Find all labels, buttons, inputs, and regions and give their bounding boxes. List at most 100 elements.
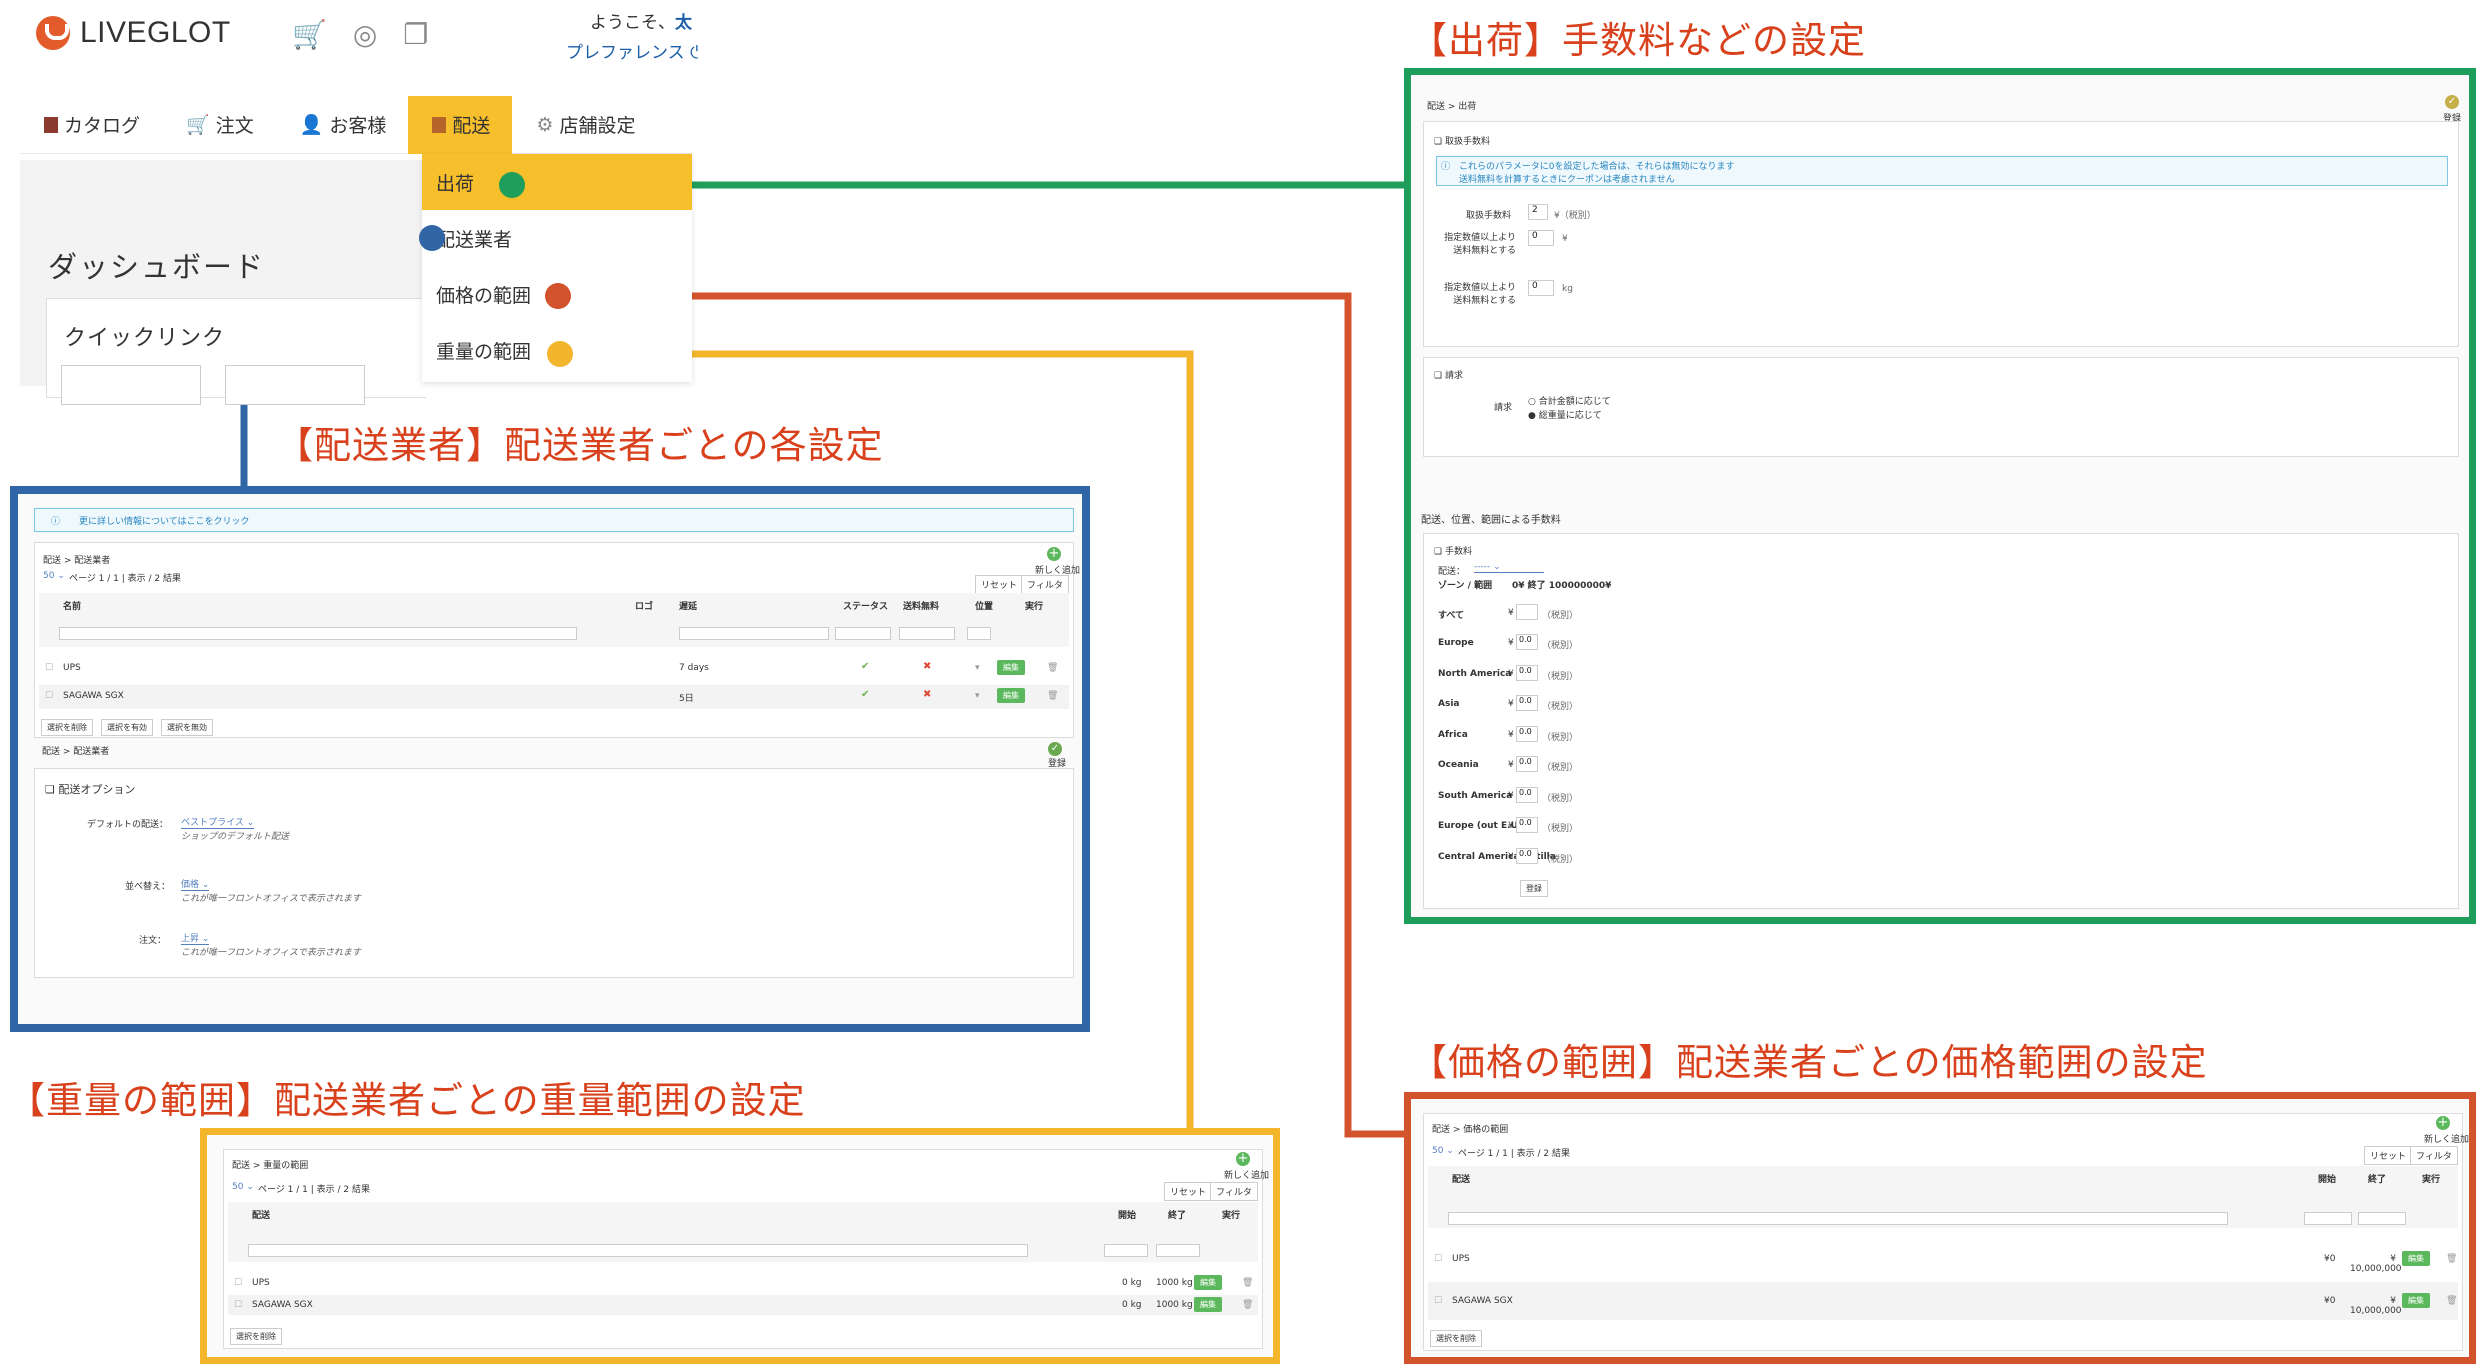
filter-start-input[interactable] (1104, 1244, 1148, 1257)
col-end[interactable]: 終了 (2368, 1172, 2386, 1185)
bulk-disable-button[interactable]: 選択を無効 (161, 719, 213, 736)
col-start[interactable]: 開始 (1118, 1208, 1136, 1221)
carriers-info-box[interactable]: ⓘ 更に詳しい情報についてはここをクリック (34, 508, 1074, 532)
zone-fee-input[interactable]: 0.0 (1516, 725, 1538, 742)
reset-button[interactable]: リセット (1164, 1182, 1213, 1201)
range-carrier: UPS (1452, 1254, 1470, 1264)
pagination-select[interactable]: 50 ⌄ (232, 1182, 254, 1192)
sort-select[interactable]: 価格 ⌄ (181, 877, 210, 891)
bulk-delete-button[interactable]: 選択を削除 (1430, 1330, 1482, 1347)
breadcrumb: 配送 > 価格の範囲 (1432, 1125, 1509, 1135)
zone-fee-input[interactable]: 0.0 (1516, 695, 1538, 711)
delete-icon[interactable]: 🗑 (2446, 1296, 2457, 1306)
reset-button[interactable]: リセット (2364, 1146, 2413, 1165)
zone-fee-input[interactable]: 0.0 (1516, 664, 1538, 681)
order-select[interactable]: 上昇 ⌄ (181, 931, 210, 945)
filter-carrier-input[interactable] (1448, 1212, 2228, 1225)
filter-start-input[interactable] (2304, 1212, 2352, 1225)
filter-name-input[interactable] (59, 627, 577, 640)
shipping-options-panel: ❏ 配送オプション デフォルトの配送： ベストプライス ⌄ ショップのデフォルト… (34, 768, 1074, 978)
row-checkbox[interactable]: ☐ (45, 663, 53, 673)
bulk-delete-button[interactable]: 選択を削除 (41, 719, 93, 736)
zone-fee-input[interactable]: 0.0 (1516, 634, 1538, 650)
position-handle[interactable]: ▾ (975, 691, 980, 701)
delete-icon[interactable]: 🗑 (1242, 1278, 1253, 1288)
billing-option-weight[interactable]: ● 総重量に応じて (1528, 408, 1602, 421)
edit-button[interactable]: 編集 (997, 688, 1025, 703)
price-frame: 配送 > 価格の範囲 + 新しく追加 50 ⌄ ページ 1 / 1 | 表示 /… (1404, 1092, 2476, 1364)
free-shipping-x-icon[interactable]: ✖ (923, 661, 931, 672)
order-label: 注文： (139, 936, 167, 946)
add-new-button[interactable]: 新しく追加 (1224, 1168, 1269, 1181)
delete-icon[interactable]: 🗑 (1047, 663, 1058, 673)
range-carrier: SAGAWA SGX (252, 1300, 313, 1310)
free-shipping-price-input[interactable]: 0 (1528, 230, 1554, 246)
carrier-select[interactable]: ----- ⌄ (1474, 562, 1544, 573)
currency-symbol: ¥ (1508, 729, 1514, 740)
filter-button[interactable]: フィルタ (2410, 1146, 2458, 1165)
save-icon[interactable]: ✓ (1048, 742, 1062, 756)
carrier-select-label: 配送： (1438, 567, 1466, 577)
filter-button[interactable]: フィルタ (1021, 575, 1069, 594)
row-checkbox[interactable]: ☐ (1434, 1296, 1442, 1306)
zone-fee-input[interactable]: 0.0 (1516, 756, 1538, 772)
filter-end-input[interactable] (2358, 1212, 2406, 1225)
col-carrier[interactable]: 配送 (252, 1208, 270, 1221)
add-icon[interactable]: + (1236, 1152, 1250, 1166)
zone-fee-input[interactable]: 0.0 (1516, 786, 1538, 803)
zone-all-input[interactable] (1516, 604, 1538, 620)
delete-icon[interactable]: 🗑 (1047, 691, 1058, 701)
filter-free-select[interactable] (899, 627, 955, 640)
row-checkbox[interactable]: ☐ (234, 1278, 242, 1288)
delete-icon[interactable]: 🗑 (1242, 1300, 1253, 1310)
filter-status-select[interactable] (835, 627, 891, 640)
filter-delay-input[interactable] (679, 627, 829, 640)
billing-option-total[interactable]: ○ 合計金額に応じて (1528, 394, 1611, 407)
status-check-icon[interactable]: ✔ (861, 661, 869, 672)
row-checkbox[interactable]: ☐ (1434, 1254, 1442, 1264)
edit-button[interactable]: 編集 (2402, 1251, 2430, 1266)
filter-end-input[interactable] (1156, 1244, 1200, 1257)
weight-dot (547, 341, 573, 367)
status-check-icon[interactable]: ✔ (861, 689, 869, 700)
filter-carrier-input[interactable] (248, 1244, 1028, 1257)
free-shipping-x-icon[interactable]: ✖ (923, 689, 931, 700)
zone-fee-input[interactable]: 0.0 (1516, 817, 1538, 833)
row-checkbox[interactable]: ☐ (45, 691, 53, 701)
delete-icon[interactable]: 🗑 (2446, 1254, 2457, 1264)
add-icon[interactable]: + (2436, 1116, 2450, 1130)
tax-label: （税別） (1542, 793, 1579, 804)
price-list-panel: 配送 > 価格の範囲 + 新しく追加 50 ⌄ ページ 1 / 1 | 表示 /… (1423, 1113, 2469, 1351)
default-carrier-select[interactable]: ベストプライス ⌄ (181, 815, 255, 829)
zone-fee-input[interactable]: 0.0 (1516, 847, 1538, 864)
col-start[interactable]: 開始 (2318, 1172, 2336, 1185)
col-carrier[interactable]: 配送 (1452, 1172, 1470, 1185)
breadcrumb: 配送 > 出荷 (1427, 102, 1477, 112)
carrier-name: SAGAWA SGX (63, 691, 124, 701)
col-end[interactable]: 終了 (1168, 1208, 1186, 1221)
save-icon[interactable]: ✓ (2445, 95, 2459, 109)
range-start: 0 kg (1122, 1278, 1142, 1288)
free-shipping-weight-input[interactable]: 0 (1528, 280, 1554, 296)
edit-button[interactable]: 編集 (1194, 1275, 1222, 1290)
edit-button[interactable]: 編集 (2402, 1293, 2430, 1308)
col-name[interactable]: 名前 (63, 599, 81, 612)
edit-button[interactable]: 編集 (1194, 1297, 1222, 1312)
edit-button[interactable]: 編集 (997, 660, 1025, 675)
range-carrier: UPS (252, 1278, 270, 1288)
handling-fee-input[interactable]: 2 (1528, 204, 1548, 220)
bulk-delete-button[interactable]: 選択を削除 (230, 1328, 282, 1345)
add-new-button[interactable]: 新しく追加 (2424, 1132, 2469, 1145)
table-row-bg (39, 685, 1069, 709)
row-checkbox[interactable]: ☐ (234, 1300, 242, 1310)
filter-position-input[interactable] (967, 627, 991, 640)
position-handle[interactable]: ▾ (975, 663, 980, 673)
reset-button[interactable]: リセット (975, 575, 1024, 594)
col-position[interactable]: 位置 (975, 599, 993, 612)
pagination-select[interactable]: 50 ⌄ (1432, 1146, 1454, 1156)
bulk-enable-button[interactable]: 選択を有効 (101, 719, 153, 736)
pagination-select[interactable]: 50 ⌄ (43, 571, 65, 581)
filter-button[interactable]: フィルタ (1210, 1182, 1258, 1201)
add-icon[interactable]: + (1047, 547, 1061, 561)
save-fees-button[interactable]: 登録 (1520, 880, 1548, 897)
